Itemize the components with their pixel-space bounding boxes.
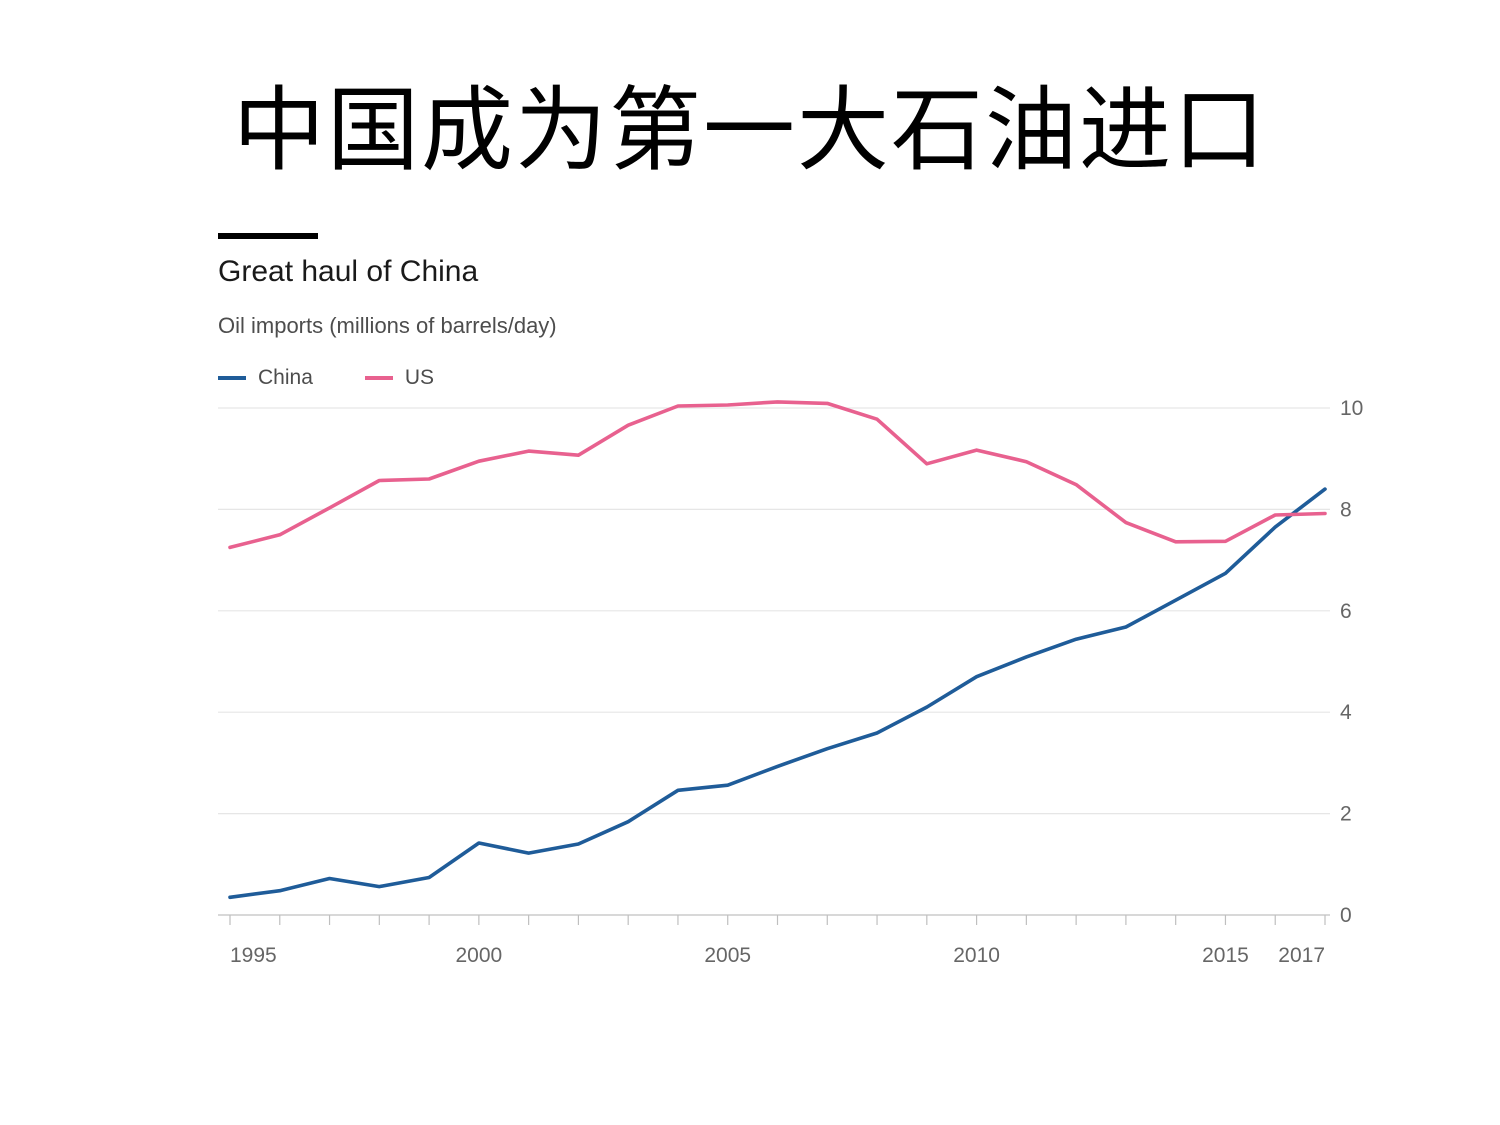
series-line-us: [228, 400, 1327, 550]
x-tick-label-2005: 2005: [704, 944, 751, 967]
x-tick-label-2000: 2000: [456, 944, 503, 967]
y-tick-label-4: 4: [1340, 701, 1352, 724]
y-tick-label-0: 0: [1340, 904, 1352, 927]
y-tick-label-8: 8: [1340, 498, 1352, 521]
y-tick-label-2: 2: [1340, 803, 1352, 826]
y-tick-label-6: 6: [1340, 600, 1352, 623]
series-line-china: [228, 487, 1327, 900]
x-tick-label-2010: 2010: [953, 944, 1000, 967]
line-chart: 0 2 4 6 8 10 1995 2000 2005 2010 2015 2017: [218, 397, 1363, 967]
x-tick-label-1995: 1995: [230, 944, 277, 967]
x-tick-label-2015: 2015: [1202, 944, 1249, 967]
y-tick-label-10: 10: [1340, 397, 1363, 420]
x-tick-label-2017: 2017: [1278, 944, 1325, 967]
